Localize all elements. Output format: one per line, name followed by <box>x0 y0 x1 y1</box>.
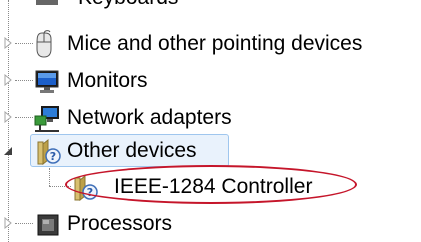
tree-item-processors[interactable]: Processors <box>0 205 421 242</box>
monitor-icon <box>35 70 59 93</box>
tree-connector <box>15 43 33 44</box>
expand-arrow-icon[interactable] <box>2 37 14 49</box>
tree-item-label: Processors <box>67 212 173 235</box>
network-adapter-icon <box>34 106 59 132</box>
annotation-circle <box>65 165 357 204</box>
tree-item-label: Monitors <box>67 69 148 92</box>
tree-item-label: Keyboards <box>78 0 178 10</box>
expand-arrow-icon[interactable] <box>2 217 14 229</box>
svg-text:?: ? <box>50 150 56 163</box>
keyboard-icon <box>36 0 58 5</box>
tree-connector <box>15 223 33 224</box>
tree-item-label: Network adapters <box>67 106 232 129</box>
tree-connector <box>15 117 33 118</box>
collapse-arrow-icon[interactable] <box>2 145 14 157</box>
tree-item-keyboards[interactable]: Keyboards <box>0 0 421 10</box>
tree-item-label: Other devices <box>67 139 197 162</box>
mouse-icon <box>36 30 52 58</box>
tree-connector <box>15 80 33 81</box>
tree-item-label: Mice and other pointing devices <box>67 32 363 55</box>
tree-item-monitors[interactable]: Monitors <box>0 62 421 99</box>
processor-icon <box>37 214 59 236</box>
tree-item-mice[interactable]: Mice and other pointing devices <box>0 25 421 62</box>
expand-arrow-icon[interactable] <box>2 74 14 86</box>
expand-arrow-icon[interactable] <box>2 111 14 123</box>
tree-item-network-adapters[interactable]: Network adapters <box>0 99 421 136</box>
tree-item-other-devices[interactable]: ? Other devices <box>0 132 421 169</box>
unknown-device-icon: ? <box>37 138 61 166</box>
